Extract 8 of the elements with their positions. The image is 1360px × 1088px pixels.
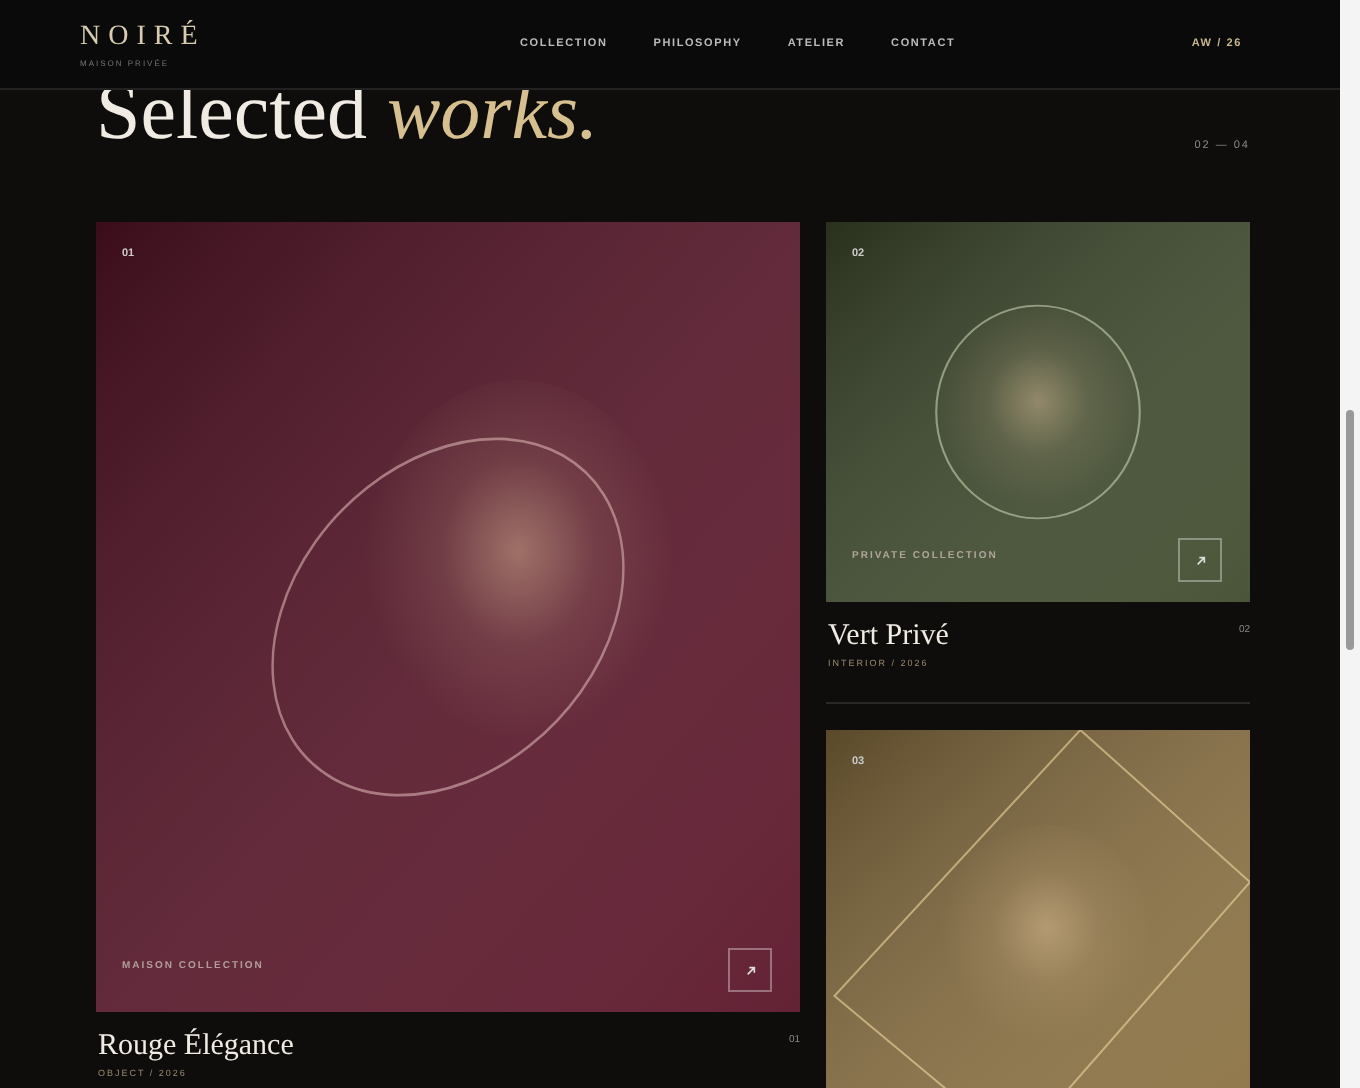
work-title[interactable]: Vert Privé — [828, 620, 949, 652]
scrollbar[interactable] — [1340, 0, 1360, 1088]
open-button[interactable] — [1178, 538, 1222, 582]
work-title[interactable]: Rouge Élégance — [98, 1030, 294, 1062]
open-button[interactable] — [728, 948, 772, 992]
arrow-icon — [745, 965, 755, 975]
arrow-icon — [1195, 555, 1205, 565]
brand-logo[interactable]: NOIRÉ — [80, 21, 520, 53]
